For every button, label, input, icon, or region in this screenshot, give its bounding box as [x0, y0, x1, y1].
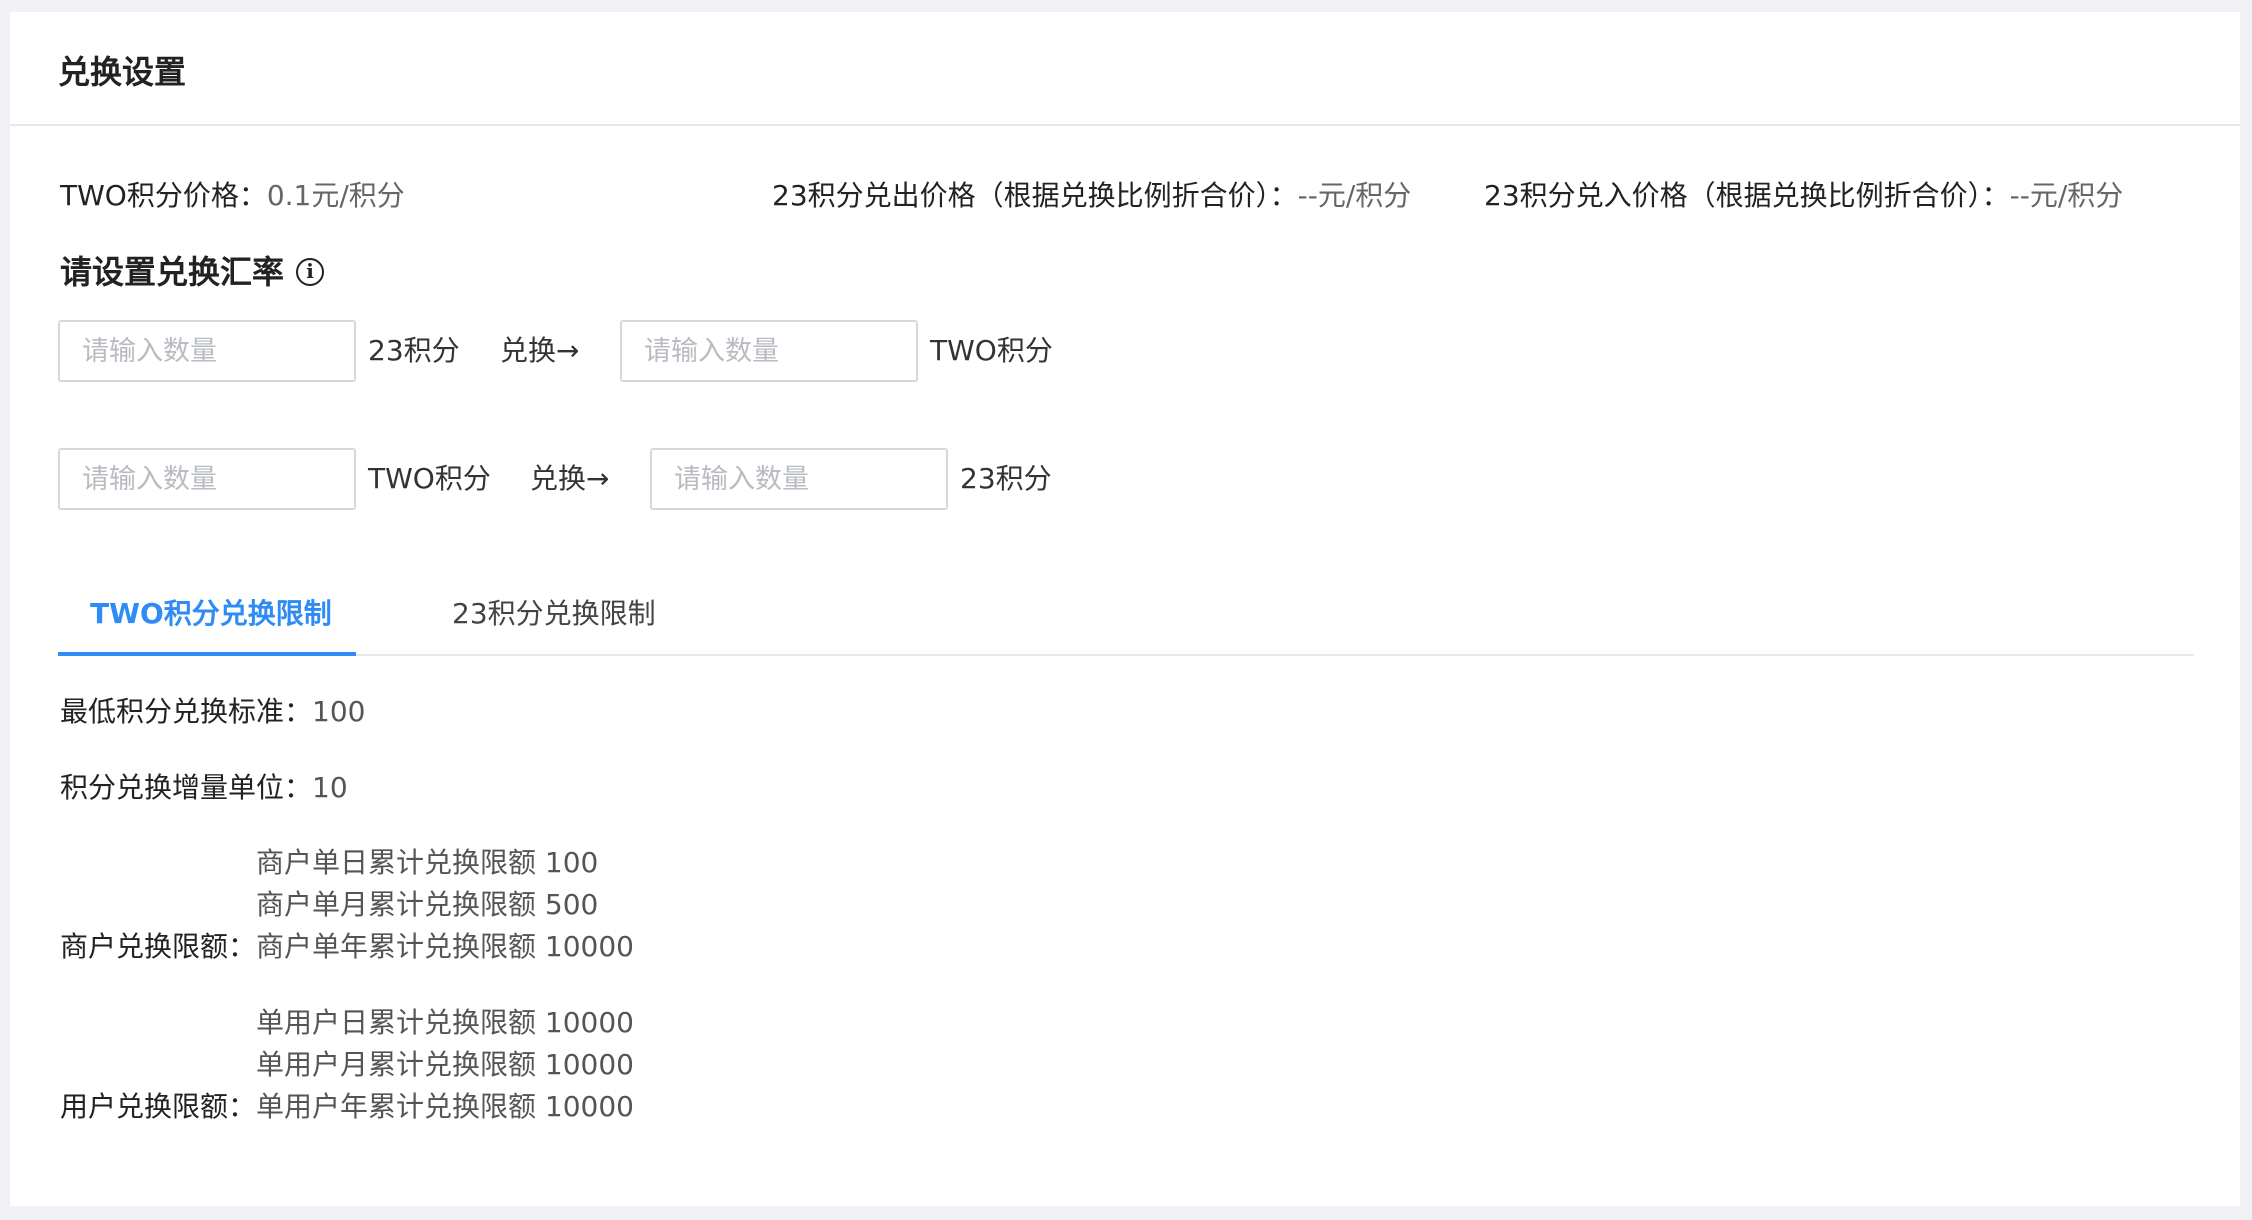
min-standard-label: 最低积分兑换标准：	[60, 695, 313, 728]
rate-row2-from-unit: TWO积分	[368, 462, 491, 495]
increment-label: 积分兑换增量单位：	[60, 771, 313, 804]
exchange-settings-card: 兑换设置 TWO积分价格：0.1元/积分 23积分兑出价格（根据兑换比例折合价）…	[10, 12, 2240, 1206]
merchant-limit-label: 商户兑换限额：	[60, 930, 257, 963]
page-title: 兑换设置	[58, 53, 187, 91]
rate-row2-to-unit: 23积分	[960, 462, 1052, 495]
merchant-limit-line: 商户单日累计兑换限额 100	[256, 846, 599, 879]
two-price-value: 0.1元/积分	[266, 179, 405, 212]
tab-23-limits[interactable]: 23积分兑换限制	[452, 594, 656, 634]
user-limit-line: 单用户日累计兑换限额 10000	[256, 1006, 634, 1039]
min-standard-row: 最低积分兑换标准：100	[60, 692, 365, 732]
increment-row: 积分兑换增量单位：10	[60, 768, 348, 808]
two-price-label: TWO积分价格：	[60, 179, 267, 212]
rate-section-title: 请设置兑换汇率	[60, 253, 285, 291]
in-price-value: --元/积分	[2009, 179, 2124, 212]
rate-row2-to-input[interactable]	[650, 448, 948, 510]
card-header: 兑换设置	[10, 12, 2240, 126]
merchant-limit-line: 商户单月累计兑换限额 500	[256, 888, 599, 921]
rate-row1-to-input[interactable]	[620, 320, 918, 382]
min-standard-value: 100	[312, 695, 366, 728]
user-limit-label: 用户兑换限额：	[60, 1090, 257, 1123]
out-price-value: --元/积分	[1297, 179, 1412, 212]
active-tab-indicator	[58, 652, 356, 656]
in-price-info: 23积分兑入价格（根据兑换比例折合价）：--元/积分	[1484, 176, 2123, 216]
out-price-label: 23积分兑出价格（根据兑换比例折合价）：	[772, 179, 1298, 212]
rate-row1-from-input[interactable]	[58, 320, 356, 382]
user-limit-line: 单用户年累计兑换限额 10000	[256, 1090, 634, 1123]
rate-row2-arrow-label: 兑换→	[530, 462, 610, 495]
rate-row1-from-unit: 23积分	[368, 334, 460, 367]
tabs-divider	[58, 654, 2194, 656]
rate-row2-from-input[interactable]	[58, 448, 356, 510]
info-icon[interactable]: i	[296, 258, 324, 286]
rate-row1-arrow-label: 兑换→	[500, 334, 580, 367]
two-price-info: TWO积分价格：0.1元/积分	[60, 176, 405, 216]
rate-row1-to-unit: TWO积分	[930, 334, 1053, 367]
merchant-limit-line: 商户单年累计兑换限额 10000	[256, 930, 634, 963]
tab-two-limits[interactable]: TWO积分兑换限制	[90, 594, 332, 634]
user-limit-line: 单用户月累计兑换限额 10000	[256, 1048, 634, 1081]
out-price-info: 23积分兑出价格（根据兑换比例折合价）：--元/积分	[772, 176, 1411, 216]
increment-value: 10	[312, 771, 348, 804]
in-price-label: 23积分兑入价格（根据兑换比例折合价）：	[1484, 179, 2010, 212]
